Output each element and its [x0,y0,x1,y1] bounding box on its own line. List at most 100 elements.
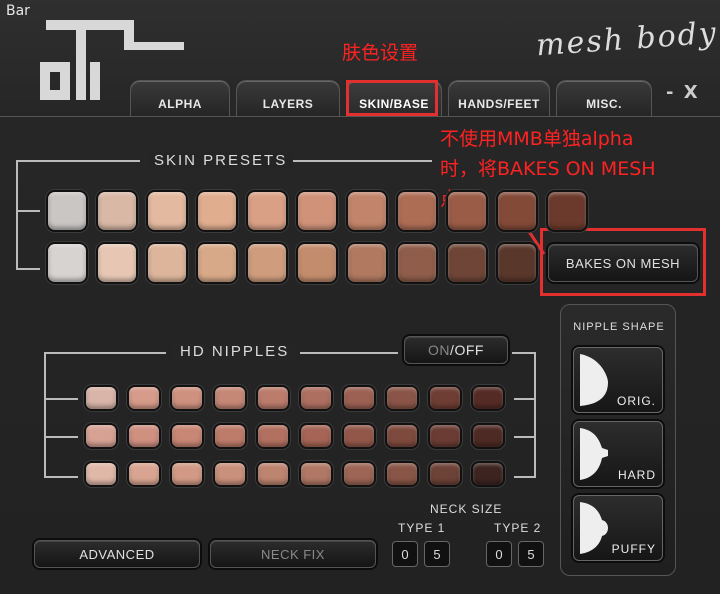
nipple-color-swatch[interactable] [86,463,116,485]
bracket-line [514,476,536,478]
bracket-line [534,352,536,478]
neck-type2-label: TYPE 2 [494,521,542,535]
tab-misc-label: MISC. [586,97,622,111]
nipple-color-swatch[interactable] [473,425,503,447]
nipple-color-swatch[interactable] [129,463,159,485]
nipple-color-swatch[interactable] [387,463,417,485]
skin-preset-swatch[interactable] [448,192,486,230]
skin-preset-swatch[interactable] [198,244,236,282]
neck-type1-label: TYPE 1 [398,521,446,535]
nipple-shape-orig-button[interactable]: ORIG. [573,347,663,413]
bracket-line [292,160,432,162]
nipple-color-swatch[interactable] [215,463,245,485]
bracket-line [44,476,78,478]
tab-layers[interactable]: LAYERS [236,80,340,116]
nipple-shape-hard-button[interactable]: HARD [573,421,663,487]
neck-fix-button[interactable]: NECK FIX [210,540,376,568]
annotation-bom-note-line2: 时，将BAKES ON MESH [440,158,656,180]
nipple-color-swatch[interactable] [258,425,288,447]
skin-preset-swatch[interactable] [398,244,436,282]
nipple-color-swatch[interactable] [301,425,331,447]
tab-layers-label: LAYERS [262,97,314,111]
tab-misc[interactable]: MISC. [556,80,652,116]
skin-preset-swatch[interactable] [498,192,536,230]
neck-type2-digit-2[interactable]: 5 [518,541,544,567]
nipple-shape-puffy-button[interactable]: PUFFY [573,495,663,561]
nipple-color-swatch[interactable] [344,425,374,447]
skin-preset-swatch[interactable] [148,244,186,282]
nipple-color-swatch[interactable] [129,387,159,409]
bracket-line [300,352,398,354]
toggle-on-label: ON [428,342,451,358]
skin-preset-swatch[interactable] [398,192,436,230]
nipple-color-swatch[interactable] [344,387,374,409]
nipple-color-swatch[interactable] [129,425,159,447]
bracket-line [44,352,46,478]
skin-preset-swatch[interactable] [348,192,386,230]
skin-preset-swatch[interactable] [348,244,386,282]
nipple-shape-puffy-label: PUFFY [611,542,656,556]
skin-preset-swatch[interactable] [48,244,86,282]
skin-preset-swatch[interactable] [448,244,486,282]
skin-preset-swatch[interactable] [298,244,336,282]
neck-fix-label: NECK FIX [261,546,325,562]
bracket-line [514,436,536,438]
nipple-color-swatch[interactable] [172,463,202,485]
neck-type1-digit-1[interactable]: 0 [392,541,418,567]
nipple-color-swatch[interactable] [387,387,417,409]
nipple-color-swatch[interactable] [86,387,116,409]
nipple-color-swatch[interactable] [215,387,245,409]
skin-preset-swatch[interactable] [548,192,586,230]
bakes-on-mesh-label: BAKES ON MESH [565,255,681,271]
skin-preset-swatch[interactable] [248,244,286,282]
skin-preset-swatch[interactable] [248,192,286,230]
nipple-color-swatch[interactable] [430,425,460,447]
annotation-tab-note: 肤色设置 [342,42,419,64]
nipple-shape-panel: NIPPLE SHAPE ORIG. HARD PUFFY [560,304,676,576]
nipple-shape-orig-icon [580,354,608,406]
nipple-color-swatch[interactable] [301,463,331,485]
skin-preset-swatch[interactable] [148,192,186,230]
tab-divider [0,116,720,117]
nipple-color-swatch[interactable] [344,463,374,485]
nipple-color-swatch[interactable] [473,463,503,485]
close-button[interactable]: X [684,82,700,103]
bracket-line [44,436,78,438]
skin-preset-swatch[interactable] [298,192,336,230]
advanced-button[interactable]: ADVANCED [34,540,200,568]
nipple-color-swatch[interactable] [301,387,331,409]
nipple-shape-hard-label: HARD [617,468,656,482]
neck-type2-digit-1[interactable]: 0 [486,541,512,567]
nipple-color-swatch[interactable] [473,387,503,409]
nipples-on-off-toggle[interactable]: ON / OFF [404,336,508,364]
nipple-color-swatch[interactable] [258,463,288,485]
nipple-color-swatch[interactable] [172,425,202,447]
skin-preset-swatch[interactable] [98,192,136,230]
skin-preset-swatch[interactable] [198,192,236,230]
nipple-color-swatch[interactable] [172,387,202,409]
neck-type1-digit-2[interactable]: 5 [424,541,450,567]
neck-size-label: NECK SIZE [430,502,503,516]
skin-preset-swatch[interactable] [48,192,86,230]
skin-preset-swatch[interactable] [498,244,536,282]
bracket-line [512,352,536,354]
nipple-color-swatch[interactable] [387,425,417,447]
bakes-on-mesh-button[interactable]: BAKES ON MESH [548,244,698,282]
brand-script: mesh body [535,15,719,64]
nipple-shape-hard-icon [580,428,608,480]
toggle-off-label: OFF [454,342,484,358]
nipple-color-swatch[interactable] [430,387,460,409]
nipple-color-swatch[interactable] [430,463,460,485]
hd-nipples-label: HD NIPPLES [174,343,296,360]
window-title: Bar [6,3,30,19]
nipple-color-swatch[interactable] [86,425,116,447]
skin-preset-swatch[interactable] [98,244,136,282]
nipple-shape-label: NIPPLE SHAPE [573,321,665,333]
hud-window: Bar mesh body ALPHA LAYERS SKIN/BASE HAN… [0,0,720,594]
nipple-color-swatch[interactable] [215,425,245,447]
tab-hands-feet[interactable]: HANDS/FEET [448,80,550,116]
minimize-button[interactable]: - [666,82,675,103]
nipple-color-swatch[interactable] [258,387,288,409]
annotation-tab-box [346,80,438,116]
tab-alpha[interactable]: ALPHA [130,80,230,116]
